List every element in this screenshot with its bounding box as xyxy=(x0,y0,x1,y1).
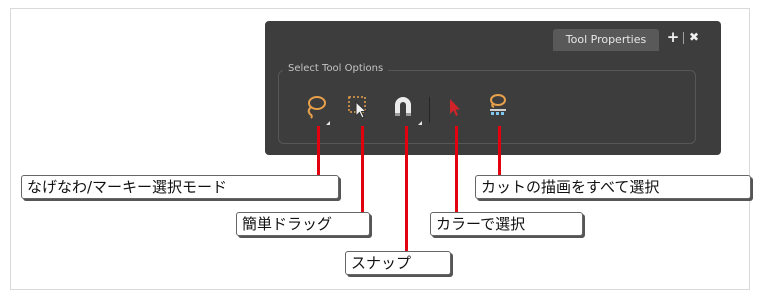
select-all-strokes-button[interactable] xyxy=(485,91,511,117)
toolbar-divider xyxy=(429,97,430,123)
callout-select-by-color: カラーで選択 xyxy=(430,212,583,236)
red-arrow-icon xyxy=(450,99,460,116)
callout-snap: スナップ xyxy=(345,251,451,275)
lasso-dots-icon xyxy=(490,94,506,115)
submenu-triangle-icon xyxy=(418,121,422,125)
select-by-color-button[interactable] xyxy=(441,94,467,120)
simple-drag-button[interactable] xyxy=(345,93,371,119)
callout-simple-drag: 簡単ドラッグ xyxy=(236,212,370,236)
callout-lasso-marquee-mode: なげなわ/マーキー選択モード xyxy=(21,175,339,199)
tool-properties-panel: Tool Properties + ✖ Select Tool Options xyxy=(265,21,721,155)
callout-line-lasso xyxy=(317,126,320,176)
callout-line-color xyxy=(455,126,458,213)
marquee-drag-icon xyxy=(348,96,368,119)
lasso-icon xyxy=(307,96,326,119)
close-panel-icon[interactable]: ✖ xyxy=(687,29,701,45)
magnet-icon xyxy=(395,97,411,116)
tab-tool-properties[interactable]: Tool Properties xyxy=(553,29,659,51)
add-panel-icon[interactable]: + xyxy=(666,29,680,45)
callout-line-snap xyxy=(405,126,408,252)
snap-button[interactable] xyxy=(390,93,416,119)
select-tool-options-label: Select Tool Options xyxy=(283,62,389,76)
submenu-triangle-icon xyxy=(326,121,330,125)
lasso-marquee-mode-button[interactable] xyxy=(303,93,329,119)
panel-button-divider xyxy=(683,32,684,44)
callout-line-drag xyxy=(361,126,364,213)
callout-select-all-strokes: カットの描画をすべて選択 xyxy=(475,175,751,199)
callout-line-strokes xyxy=(498,126,501,176)
